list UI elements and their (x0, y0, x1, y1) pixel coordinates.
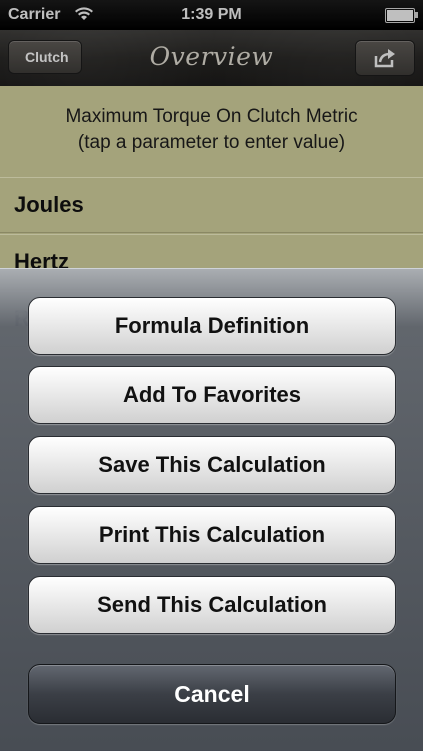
formula-definition-button[interactable]: Formula Definition (28, 297, 396, 355)
cancel-button[interactable]: Cancel (28, 664, 396, 724)
print-calculation-button[interactable]: Print This Calculation (28, 506, 396, 564)
action-sheet: Formula Definition Add To Favorites Save… (0, 268, 423, 751)
add-to-favorites-button[interactable]: Add To Favorites (28, 366, 396, 424)
save-calculation-button[interactable]: Save This Calculation (28, 436, 396, 494)
send-calculation-button[interactable]: Send This Calculation (28, 576, 396, 634)
